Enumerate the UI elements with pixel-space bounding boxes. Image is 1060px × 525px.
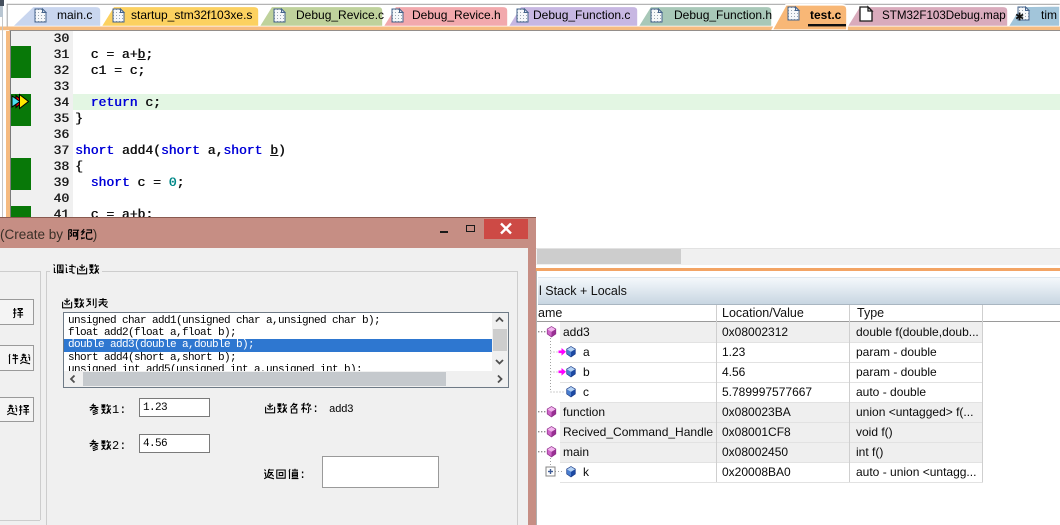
svg-text:startup_stm32f103xe.s: startup_stm32f103xe.s [131, 8, 252, 22]
svg-text:Debug_Function.c: Debug_Function.c [533, 8, 630, 22]
svg-text:✱: ✱ [1015, 12, 1024, 24]
svg-text:main.c: main.c [57, 8, 92, 22]
svg-text:tim: tim [1041, 8, 1057, 22]
svg-text:Debug_Function.h: Debug_Function.h [674, 8, 772, 22]
svg-text:Debug_Revice.h: Debug_Revice.h [412, 8, 501, 22]
svg-text:STM32F103Debug.map: STM32F103Debug.map [882, 9, 1006, 22]
svg-text:test.c: test.c [810, 8, 842, 22]
svg-text:Debug_Revice.c: Debug_Revice.c [296, 8, 384, 22]
